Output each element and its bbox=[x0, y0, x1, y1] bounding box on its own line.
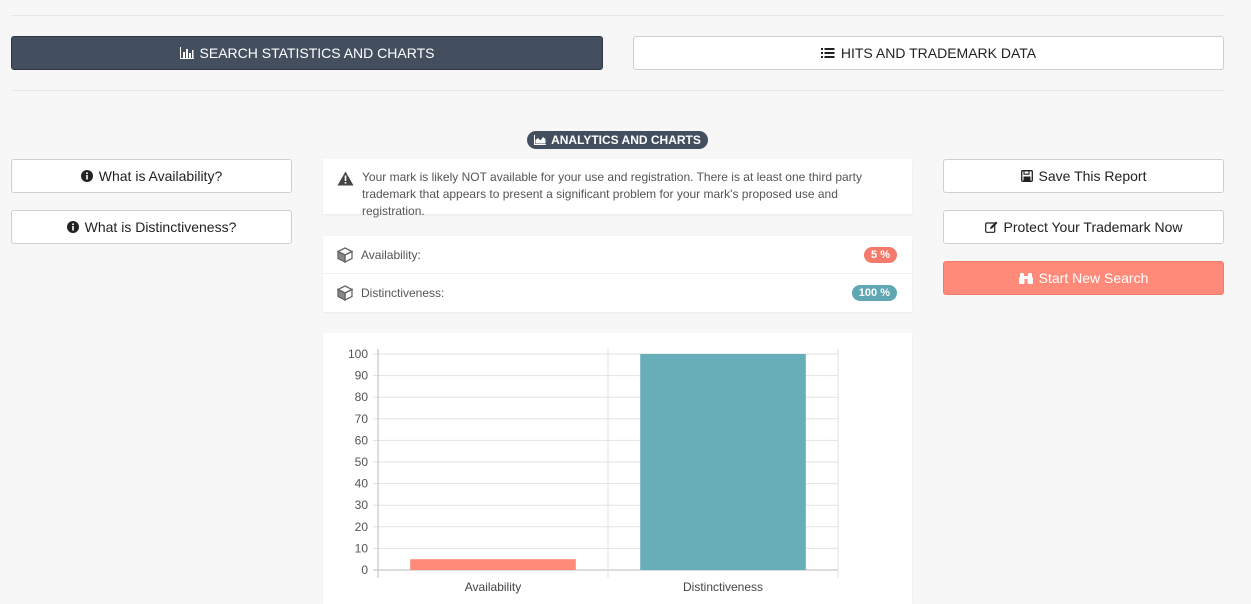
what-is-availability-button[interactable]: What is Availability? bbox=[11, 159, 292, 193]
what-is-distinctiveness-label: What is Distinctiveness? bbox=[84, 219, 237, 235]
info-icon bbox=[80, 170, 93, 182]
area-chart-icon bbox=[534, 135, 547, 145]
y-tick-label: 100 bbox=[348, 347, 368, 361]
distinctiveness-badge: 100 % bbox=[851, 285, 897, 301]
tabs-divider bbox=[11, 90, 1224, 91]
distinctiveness-row: Distinctiveness: 100 % bbox=[323, 274, 912, 312]
y-tick-label: 90 bbox=[355, 369, 369, 383]
x-tick-label: Availability bbox=[465, 580, 521, 594]
availability-row: Availability: 5 % bbox=[323, 236, 912, 274]
tab-hits-trademark-data[interactable]: HITS AND TRADEMARK DATA bbox=[633, 36, 1224, 70]
edit-icon bbox=[984, 221, 997, 233]
cube-icon bbox=[337, 246, 353, 263]
start-new-search-label: Start New Search bbox=[1038, 270, 1149, 286]
top-divider bbox=[11, 15, 1224, 16]
y-tick-label: 0 bbox=[361, 563, 368, 577]
tab-search-statistics[interactable]: SEARCH STATISTICS AND CHARTS bbox=[11, 36, 603, 70]
y-tick-label: 40 bbox=[355, 477, 369, 491]
metrics-panel: Availability: 5 % Distinctiveness: 100 % bbox=[323, 236, 912, 312]
x-tick-label: Distinctiveness bbox=[683, 580, 763, 594]
alert-message: Your mark is likely NOT available for yo… bbox=[362, 170, 863, 218]
y-tick-label: 20 bbox=[355, 520, 369, 534]
y-tick-label: 10 bbox=[355, 541, 369, 555]
analytics-badge: ANALYTICS AND CHARTS bbox=[527, 131, 708, 149]
bar-chart-icon bbox=[179, 47, 194, 59]
bar-chart: 0 10 20 30 40 50 60 70 80 90 100 Availability Distin… bbox=[348, 347, 839, 594]
tab-hits-trademark-data-label: HITS AND TRADEMARK DATA bbox=[840, 45, 1037, 61]
what-is-availability-label: What is Availability? bbox=[98, 168, 223, 184]
start-new-search-button[interactable]: Start New Search bbox=[943, 261, 1224, 295]
protect-trademark-button[interactable]: Protect Your Trademark Now bbox=[943, 210, 1224, 244]
cube-icon bbox=[337, 285, 353, 301]
chart-panel: 0 10 20 30 40 50 60 70 80 90 100 Availability Distin… bbox=[323, 333, 912, 604]
y-tick-label: 60 bbox=[355, 433, 369, 447]
y-tick-label: 70 bbox=[355, 412, 369, 426]
info-icon bbox=[66, 221, 79, 233]
bar-distinctiveness bbox=[640, 354, 806, 570]
binoculars-icon bbox=[1018, 273, 1033, 284]
warning-icon bbox=[337, 171, 354, 186]
availability-alert: Your mark is likely NOT available for yo… bbox=[323, 159, 912, 218]
protect-trademark-label: Protect Your Trademark Now bbox=[1003, 219, 1183, 235]
what-is-distinctiveness-button[interactable]: What is Distinctiveness? bbox=[11, 210, 292, 244]
distinctiveness-metric-label: Distinctiveness: bbox=[361, 286, 445, 300]
y-tick-label: 80 bbox=[355, 390, 369, 404]
availability-badge: 5 % bbox=[864, 246, 897, 263]
analytics-badge-label: ANALYTICS AND CHARTS bbox=[551, 133, 701, 147]
tab-search-statistics-label: SEARCH STATISTICS AND CHARTS bbox=[199, 45, 435, 61]
save-icon bbox=[1020, 170, 1033, 182]
bar-availability bbox=[410, 559, 576, 570]
list-icon bbox=[820, 48, 835, 58]
y-tick-label: 30 bbox=[355, 498, 369, 512]
save-report-button[interactable]: Save This Report bbox=[943, 159, 1224, 193]
save-report-label: Save This Report bbox=[1038, 168, 1147, 184]
availability-metric-label: Availability: bbox=[361, 247, 421, 262]
y-tick-label: 50 bbox=[355, 455, 369, 469]
